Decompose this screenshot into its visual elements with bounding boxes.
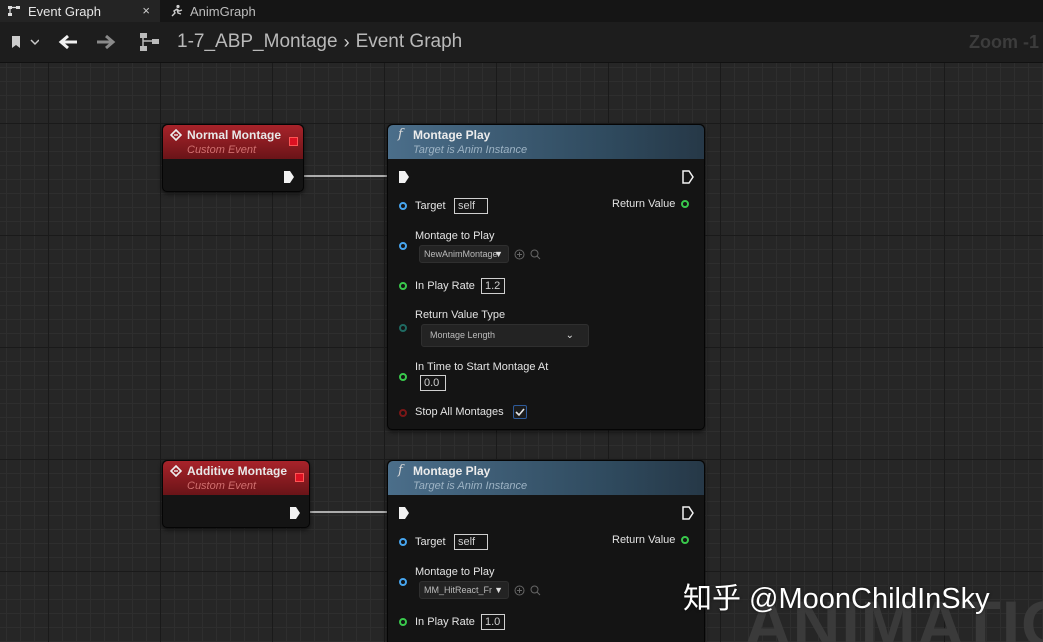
event-diamond-icon: [170, 465, 182, 477]
arrow-right-icon: [97, 34, 116, 50]
in-play-rate-label: In Play Rate: [415, 280, 475, 292]
delegate-pin[interactable]: [295, 473, 304, 482]
stop-all-montages-pin[interactable]: [399, 409, 407, 417]
tab-label: Event Graph: [28, 3, 101, 19]
function-node-header: f Montage Play Target is Anim Instance: [388, 461, 704, 495]
function-subtitle: Target is Anim Instance: [413, 480, 528, 492]
exec-in-pin-icon[interactable]: [398, 170, 410, 184]
breadcrumb-separator: ›: [343, 31, 350, 52]
return-value-type-value: Montage Length: [430, 330, 496, 340]
zoom-level: Zoom -1: [969, 32, 1039, 52]
breadcrumb-asset[interactable]: 1-7_ABP_Montage: [177, 31, 338, 53]
custom-event-node-additive-montage[interactable]: Additive Montage Custom Event: [162, 460, 310, 528]
function-icon: f: [398, 127, 403, 142]
delegate-pin[interactable]: [289, 137, 298, 146]
arrow-left-icon: [58, 34, 77, 50]
bookmark-button[interactable]: [6, 30, 42, 54]
return-value-label: Return Value: [612, 198, 676, 210]
graph-toolbar: 1-7_ABP_Montage › Event Graph Zoom -1: [0, 22, 1043, 63]
start-time-value[interactable]: 0.0: [420, 375, 446, 391]
in-play-rate-pin[interactable]: [399, 618, 407, 626]
exec-out-pin-icon[interactable]: [289, 506, 301, 520]
event-title: Additive Montage: [187, 464, 288, 478]
function-node-montage-play-2[interactable]: f Montage Play Target is Anim Instance T…: [387, 460, 705, 642]
chevron-down-icon: ▼: [494, 585, 503, 595]
hierarchy-icon: [140, 33, 159, 51]
event-subtitle: Custom Event: [187, 480, 257, 492]
breadcrumb: 1-7_ABP_Montage › Event Graph: [177, 31, 462, 53]
montage-to-play-pin[interactable]: [399, 242, 407, 250]
start-time-label: In Time to Start Montage At: [415, 361, 549, 373]
back-button[interactable]: [55, 30, 81, 54]
montage-asset-dropdown[interactable]: MM_HitReact_Fr ▼: [419, 581, 509, 599]
target-label: Target: [415, 536, 446, 548]
target-value[interactable]: self: [454, 534, 488, 550]
start-time-pin[interactable]: [399, 373, 407, 381]
stop-all-montages-checkbox[interactable]: [513, 405, 527, 419]
bookmark-icon: [12, 36, 39, 48]
in-play-rate-value[interactable]: 1.0: [481, 614, 505, 630]
return-value-type-dropdown[interactable]: Montage Length ⌄: [421, 324, 589, 347]
breadcrumb-graph[interactable]: Event Graph: [356, 31, 463, 53]
function-icon: f: [398, 463, 403, 478]
montage-to-play-label: Montage to Play: [415, 230, 495, 242]
forward-button[interactable]: [93, 30, 119, 54]
montage-to-play-pin[interactable]: [399, 578, 407, 586]
exec-out-pin-icon[interactable]: [682, 506, 694, 520]
target-value[interactable]: self: [454, 198, 488, 214]
stop-all-montages-label: Stop All Montages: [415, 406, 504, 418]
function-title: Montage Play: [413, 464, 491, 478]
return-value-label: Return Value: [612, 534, 676, 546]
montage-asset-value: MM_HitReact_Fr: [424, 585, 493, 595]
close-icon[interactable]: ×: [142, 3, 150, 18]
event-node-header: Additive Montage Custom Event: [163, 461, 309, 495]
use-selected-icon[interactable]: [514, 585, 525, 596]
event-node-header: Normal Montage Custom Event: [163, 125, 303, 159]
tab-anim-graph[interactable]: AnimGraph: [162, 0, 302, 22]
tab-event-graph[interactable]: Event Graph ×: [0, 0, 160, 22]
graph-icon: [7, 4, 21, 18]
running-man-icon: [169, 4, 183, 18]
in-play-rate-label: In Play Rate: [415, 616, 475, 628]
tab-label: AnimGraph: [190, 3, 256, 19]
exec-out-pin-icon[interactable]: [283, 170, 295, 184]
function-subtitle: Target is Anim Instance: [413, 144, 528, 156]
custom-event-node-normal-montage[interactable]: Normal Montage Custom Event: [162, 124, 304, 192]
exec-in-pin-icon[interactable]: [398, 506, 410, 520]
event-subtitle: Custom Event: [187, 144, 257, 156]
return-value-type-pin[interactable]: [399, 324, 407, 332]
exec-out-pin-icon[interactable]: [682, 170, 694, 184]
montage-to-play-label: Montage to Play: [415, 566, 495, 578]
chevron-down-icon: ▼: [494, 249, 503, 259]
montage-asset-dropdown[interactable]: NewAnimMontage ▼: [419, 245, 509, 263]
return-value-pin[interactable]: [681, 200, 689, 208]
tab-bar: Event Graph × AnimGraph: [0, 0, 1043, 22]
montage-asset-value: NewAnimMontage: [424, 249, 498, 259]
in-play-rate-value[interactable]: 1.2: [481, 278, 505, 294]
browse-search-icon[interactable]: [530, 249, 541, 260]
return-value-pin[interactable]: [681, 536, 689, 544]
graph-hierarchy-button[interactable]: [137, 30, 163, 54]
use-selected-icon[interactable]: [514, 249, 525, 260]
function-node-montage-play[interactable]: f Montage Play Target is Anim Instance T…: [387, 124, 705, 430]
chevron-down-icon: ⌄: [565, 330, 574, 341]
event-title: Normal Montage: [187, 128, 282, 142]
function-title: Montage Play: [413, 128, 491, 142]
target-label: Target: [415, 200, 446, 212]
target-pin[interactable]: [399, 202, 407, 210]
return-value-type-label: Return Value Type: [415, 309, 506, 321]
event-diamond-icon: [170, 129, 182, 141]
in-play-rate-pin[interactable]: [399, 282, 407, 290]
browse-search-icon[interactable]: [530, 585, 541, 596]
function-node-header: f Montage Play Target is Anim Instance: [388, 125, 704, 159]
graph-canvas[interactable]: Normal Montage Custom Event f Montage Pl…: [0, 63, 1043, 642]
author-credit: 知乎 @MoonChildInSky: [683, 583, 990, 615]
checkmark-icon: [515, 408, 525, 417]
target-pin[interactable]: [399, 538, 407, 546]
